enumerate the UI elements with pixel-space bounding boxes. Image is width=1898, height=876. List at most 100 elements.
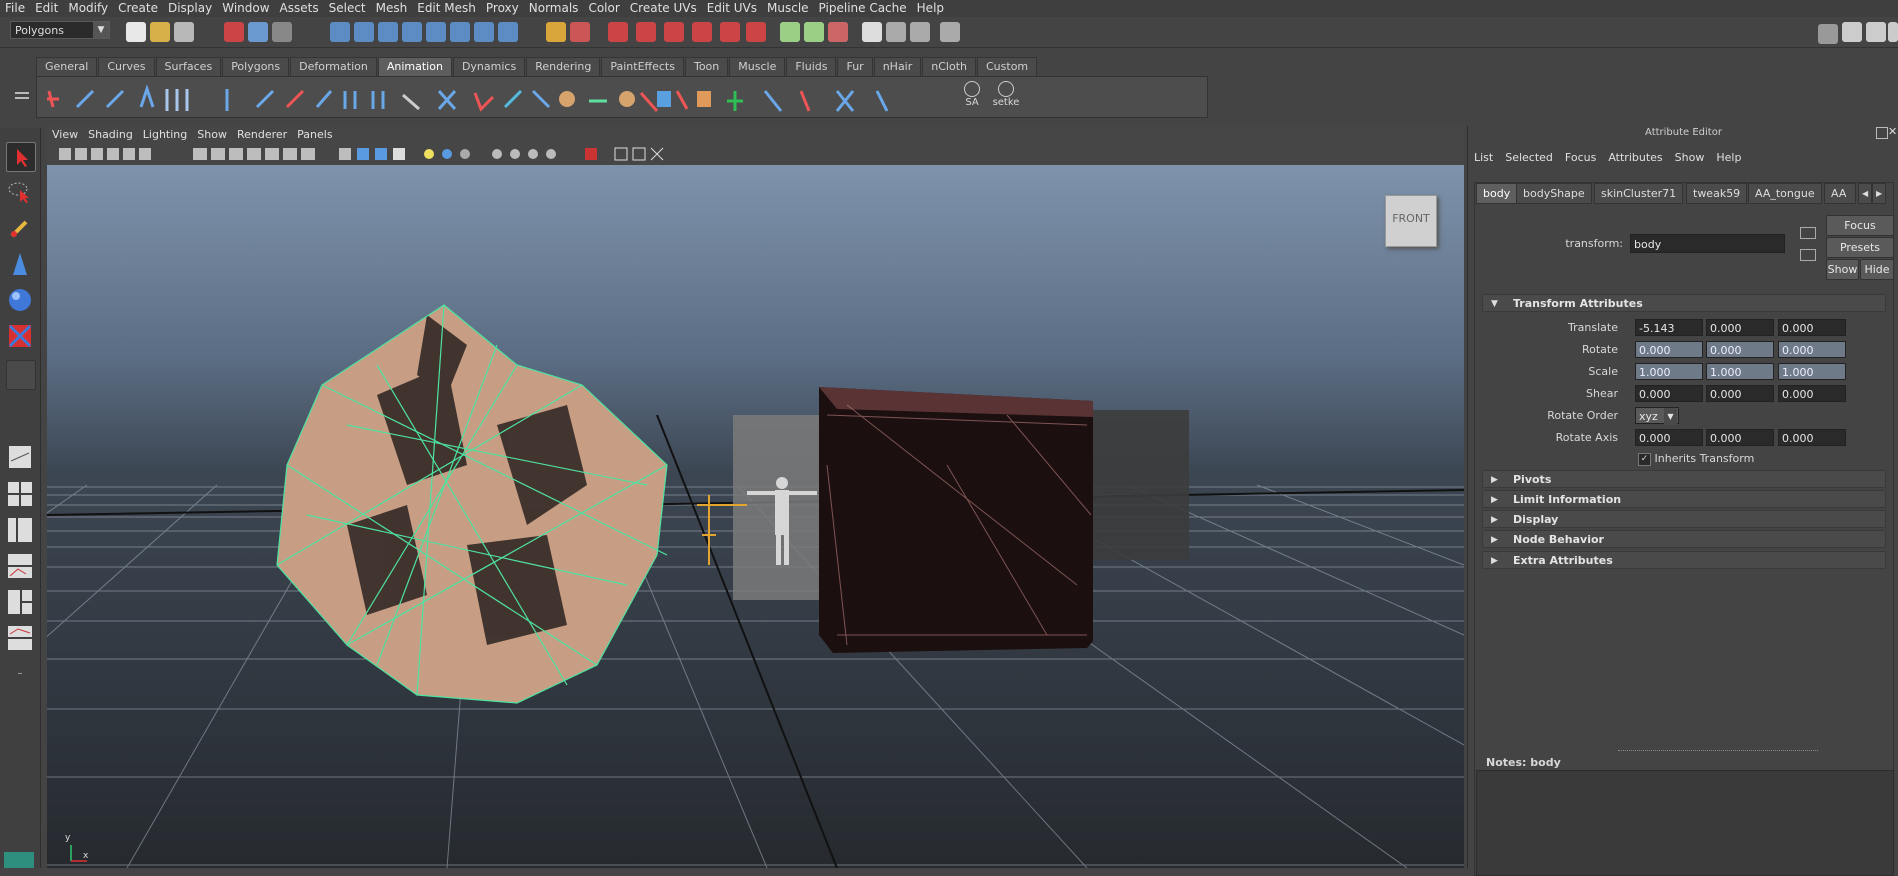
question-icon[interactable] — [498, 22, 518, 42]
translate-y-field[interactable]: 0.000 — [1706, 319, 1774, 336]
tab-polygons[interactable]: Polygons — [222, 57, 290, 76]
rotate-axis-y-field[interactable]: 0.000 — [1706, 429, 1774, 446]
hypershade-icon[interactable] — [780, 22, 800, 42]
render-settings-icon[interactable] — [746, 22, 766, 42]
rotate-axis-z-field[interactable]: 0.000 — [1778, 429, 1846, 446]
layout-hypershade-icon[interactable] — [6, 588, 34, 616]
shelf-menu-icon[interactable] — [14, 84, 30, 118]
shear-z-field[interactable]: 0.000 — [1778, 385, 1846, 402]
playblast-icon[interactable] — [886, 22, 906, 42]
lock-icon[interactable] — [546, 22, 566, 42]
go-to-output-icon[interactable] — [1800, 249, 1816, 261]
scale-tool-icon[interactable] — [6, 322, 34, 350]
ipr-render-icon[interactable] — [720, 22, 740, 42]
snap-icon[interactable] — [450, 22, 470, 42]
node-tab-body[interactable]: body — [1476, 183, 1518, 204]
menu-create[interactable]: Create — [113, 0, 163, 17]
viewport-scene[interactable] — [47, 165, 1464, 868]
menu-create-uvs[interactable]: Create UVs — [625, 0, 702, 17]
snap-view-plane-icon[interactable] — [402, 22, 422, 42]
save-scene-icon[interactable] — [174, 22, 194, 42]
menu-edit[interactable]: Edit — [30, 0, 63, 17]
tab-nhair[interactable]: nHair — [873, 57, 922, 76]
lasso-tool-icon[interactable] — [6, 178, 34, 206]
close-icon[interactable]: ✕ — [1888, 126, 1898, 138]
shear-y-field[interactable]: 0.000 — [1706, 385, 1774, 402]
last-tool-icon[interactable] — [6, 360, 36, 390]
viewport-menu-lighting[interactable]: Lighting — [138, 126, 192, 143]
view-cube[interactable]: FRONT — [1385, 195, 1437, 247]
display-section[interactable]: ▶ Display — [1482, 510, 1886, 528]
open-scene-icon[interactable] — [150, 22, 170, 42]
select-tool-icon[interactable] — [6, 142, 36, 172]
node-tab-tweak59[interactable]: tweak59 — [1686, 183, 1748, 204]
viewport-menu-panels[interactable]: Panels — [292, 126, 337, 143]
menu-normals[interactable]: Normals — [524, 0, 584, 17]
layout-icon[interactable] — [940, 22, 960, 42]
tab-surfaces[interactable]: Surfaces — [155, 57, 222, 76]
move-tool-icon[interactable] — [6, 250, 34, 278]
translate-x-field[interactable]: -5.143 — [1635, 319, 1703, 336]
menu-window[interactable]: Window — [217, 0, 274, 17]
node-tab-bodyshape[interactable]: bodyShape — [1516, 183, 1592, 204]
go-to-input-icon[interactable] — [1800, 227, 1816, 239]
viewport-menu-renderer[interactable]: Renderer — [232, 126, 292, 143]
input-ops-icon[interactable] — [608, 22, 628, 42]
scale-x-field[interactable]: 1.000 — [1635, 363, 1703, 380]
snap-point-icon[interactable] — [378, 22, 398, 42]
ae-menu-selected[interactable]: Selected — [1499, 148, 1559, 168]
select-by-hierarchy-icon[interactable] — [224, 22, 244, 42]
toolbox-more-icon[interactable]: – — [6, 668, 34, 682]
history-icon[interactable] — [570, 22, 590, 42]
menu-select[interactable]: Select — [324, 0, 371, 17]
node-behavior-section[interactable]: ▶ Node Behavior — [1482, 530, 1886, 548]
rotate-y-field[interactable]: 0.000 — [1706, 341, 1774, 358]
notes-splitter[interactable] — [1618, 750, 1818, 755]
output-ops-icon[interactable] — [636, 22, 656, 42]
snap-curve-icon[interactable] — [354, 22, 374, 42]
render-view-icon[interactable] — [804, 22, 824, 42]
sidebar-toggle-icon[interactable] — [1818, 24, 1838, 44]
setke-shelf-button[interactable]: setke — [989, 81, 1023, 108]
attribute-editor-icon[interactable] — [1866, 22, 1886, 42]
menu-display[interactable]: Display — [163, 0, 217, 17]
shear-x-field[interactable]: 0.000 — [1635, 385, 1703, 402]
viewport-toolbar-icons[interactable] — [47, 143, 687, 165]
tab-toon[interactable]: Toon — [684, 57, 729, 76]
extra-attributes-section[interactable]: ▶ Extra Attributes — [1482, 551, 1886, 569]
focus-button[interactable]: Focus — [1826, 215, 1894, 236]
scale-z-field[interactable]: 1.000 — [1778, 363, 1846, 380]
show-button[interactable]: Show — [1826, 259, 1859, 280]
tab-dynamics[interactable]: Dynamics — [452, 57, 526, 76]
layout-dopesheet-icon[interactable] — [6, 624, 34, 652]
snap-surface-icon[interactable] — [474, 22, 494, 42]
menu-edit-mesh[interactable]: Edit Mesh — [412, 0, 481, 17]
node-tab-skincluster71[interactable]: skinCluster71 — [1594, 183, 1684, 204]
tab-rendering[interactable]: Rendering — [526, 57, 601, 76]
ae-menu-help[interactable]: Help — [1710, 148, 1747, 168]
rotate-tool-icon[interactable] — [6, 286, 34, 314]
tab-fur[interactable]: Fur — [837, 57, 873, 76]
rotate-x-field[interactable]: 0.000 — [1635, 341, 1703, 358]
layout-outliner-icon[interactable] — [6, 516, 34, 544]
shelf-icons[interactable] — [37, 77, 1037, 117]
hide-button[interactable]: Hide — [1860, 259, 1894, 280]
render-current-frame-icon[interactable] — [692, 22, 712, 42]
viewport-menu-shading[interactable]: Shading — [83, 126, 138, 143]
menu-mesh[interactable]: Mesh — [371, 0, 413, 17]
transform-name-field[interactable]: body — [1630, 234, 1785, 253]
tab-animation[interactable]: Animation — [377, 57, 452, 76]
ae-menu-attributes[interactable]: Attributes — [1602, 148, 1668, 168]
menu-color[interactable]: Color — [583, 0, 624, 17]
tab-muscle[interactable]: Muscle — [729, 57, 786, 76]
tab-general[interactable]: General — [36, 57, 98, 76]
tab-scroll-right-icon[interactable]: ▶ — [1872, 183, 1886, 204]
perspective-viewport[interactable]: FRONT y x — [47, 165, 1464, 868]
menu-muscle[interactable]: Muscle — [762, 0, 814, 17]
tab-curves[interactable]: Curves — [98, 57, 155, 76]
menu-modify[interactable]: Modify — [63, 0, 113, 17]
menu-assets[interactable]: Assets — [275, 0, 324, 17]
node-tab-aa-tongue[interactable]: AA_tongue — [1748, 183, 1822, 204]
new-scene-icon[interactable] — [126, 22, 146, 42]
tab-painteffects[interactable]: PaintEffects — [601, 57, 684, 76]
